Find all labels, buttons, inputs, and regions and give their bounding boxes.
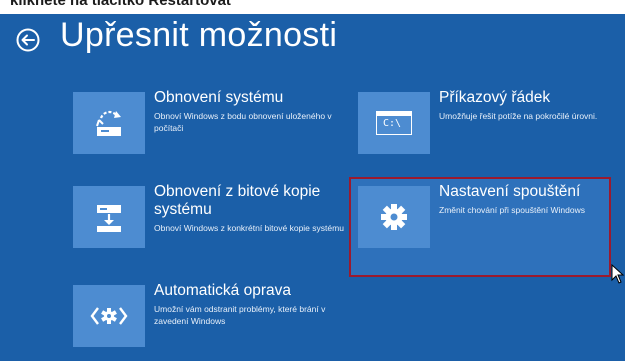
- option-tile: [73, 285, 145, 347]
- option-description: Obnoví Windows z konkrétní bitové kopie …: [154, 223, 344, 233]
- option-tile: [358, 186, 430, 248]
- option-title: Nastavení spouštění: [439, 183, 581, 200]
- option-description: Umožňuje řešit potíže na pokročilé úrovn…: [439, 111, 598, 121]
- caption-strip: kliknete na tlačítko Restartovat: [0, 0, 625, 14]
- mouse-cursor-icon: [611, 264, 625, 284]
- back-button[interactable]: [14, 26, 42, 54]
- system-restore-icon: [96, 110, 121, 136]
- option-description: Změnit chování při spouštění Windows: [439, 205, 585, 215]
- option-description: Obnoví Windows z bodu obnovení uloženého…: [154, 111, 332, 133]
- option-title: Obnovení z bitové kopie systému: [154, 183, 321, 218]
- back-arrow-icon: [16, 28, 40, 52]
- automatic-repair-icon: [90, 307, 128, 325]
- option-description: Umožní vám odstranit problémy, které brá…: [154, 304, 326, 326]
- option-tile: [73, 186, 145, 248]
- option-tile: C:\: [358, 92, 430, 154]
- option-title: Automatická oprava: [154, 282, 291, 299]
- gear-icon: [381, 204, 407, 230]
- option-title: Příkazový řádek: [439, 89, 551, 106]
- caption-strip-text: kliknete na tlačítko Restartovat: [10, 0, 231, 9]
- option-title: Obnovení systému: [154, 89, 284, 106]
- command-prompt-icon-text: C:\: [383, 118, 402, 129]
- system-image-icon: [97, 205, 121, 232]
- command-prompt-icon: C:\: [376, 111, 412, 135]
- page-title: Upřesnit možnosti: [60, 16, 338, 54]
- option-tile: [73, 92, 145, 154]
